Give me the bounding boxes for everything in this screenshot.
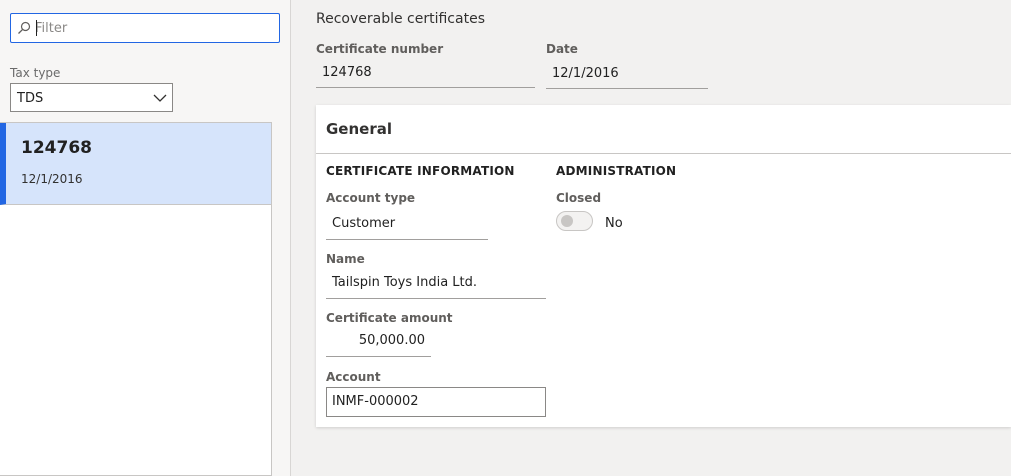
certificate-amount-label: Certificate amount [326, 311, 453, 325]
general-card: General CERTIFICATE INFORMATION Account … [316, 105, 1011, 427]
date-field[interactable]: 12/1/2016 [546, 63, 708, 89]
certificate-number-field[interactable]: 124768 [316, 62, 535, 88]
tax-type-select[interactable]: TDS [10, 83, 173, 112]
list-item-date: 12/1/2016 [21, 172, 83, 186]
name-label: Name [326, 252, 365, 266]
account-field[interactable]: INMF-000002 [326, 387, 546, 417]
list-pane: Tax type TDS 124768 12/1/2016 [0, 0, 291, 476]
general-section-title[interactable]: General [326, 120, 392, 138]
filter-input[interactable] [35, 16, 275, 40]
closed-toggle-value: No [605, 216, 623, 231]
text-caret [36, 20, 37, 36]
toggle-knob [561, 215, 573, 227]
account-type-label: Account type [326, 191, 416, 205]
closed-label: Closed [556, 191, 602, 205]
list-item-number: 124768 [21, 138, 92, 158]
closed-toggle[interactable] [556, 211, 593, 231]
date-label: Date [546, 42, 578, 56]
filter-box[interactable] [10, 13, 280, 43]
administration-heading: ADMINISTRATION [556, 164, 677, 178]
certificate-list: 124768 12/1/2016 [0, 122, 272, 476]
account-label: Account [326, 370, 381, 384]
tax-type-label: Tax type [10, 66, 61, 80]
account-type-field[interactable]: Customer [326, 210, 488, 240]
certificate-information-heading: CERTIFICATE INFORMATION [326, 164, 515, 178]
name-field[interactable]: Tailspin Toys India Ltd. [326, 269, 546, 299]
certificate-number-label: Certificate number [316, 42, 444, 56]
divider [316, 153, 1011, 154]
tax-type-value: TDS [17, 91, 44, 106]
list-item[interactable]: 124768 12/1/2016 [0, 123, 271, 205]
page-title: Recoverable certificates [316, 11, 485, 27]
chevron-down-icon [153, 94, 167, 102]
search-icon [18, 21, 31, 34]
certificate-amount-field[interactable]: 50,000.00 [326, 327, 431, 357]
